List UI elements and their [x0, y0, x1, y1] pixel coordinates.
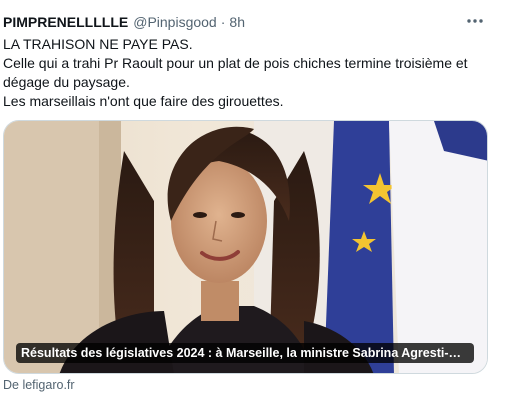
card-caption: Résultats des législatives 2024 : à Mars…	[16, 343, 474, 363]
tweet-line: Les marseillais n'ont que faire des giro…	[3, 93, 284, 109]
more-horizontal-icon	[467, 19, 483, 23]
tweet-line: LA TRAHISON NE PAYE PAS.	[3, 36, 193, 52]
timestamp[interactable]: 8h	[229, 14, 245, 30]
tweet-header: PIMPRENELLLLLE @Pinpisgood · 8h	[3, 13, 245, 31]
link-card[interactable]: Résultats des législatives 2024 : à Mars…	[3, 120, 488, 374]
tweet[interactable]: PIMPRENELLLLLE @Pinpisgood · 8h LA TRAHI…	[0, 0, 527, 405]
more-options-button[interactable]	[462, 10, 488, 32]
tweet-line: Celle qui a trahi Pr Raoult pour un plat…	[3, 55, 468, 90]
article-image	[4, 121, 487, 373]
tweet-text: LA TRAHISON NE PAYE PAS. Celle qui a tra…	[3, 35, 503, 111]
separator-dot: ·	[220, 14, 226, 30]
author-handle[interactable]: @Pinpisgood	[133, 14, 217, 30]
author-name[interactable]: PIMPRENELLLLLE	[3, 14, 128, 30]
link-source[interactable]: De lefigaro.fr	[3, 378, 75, 392]
